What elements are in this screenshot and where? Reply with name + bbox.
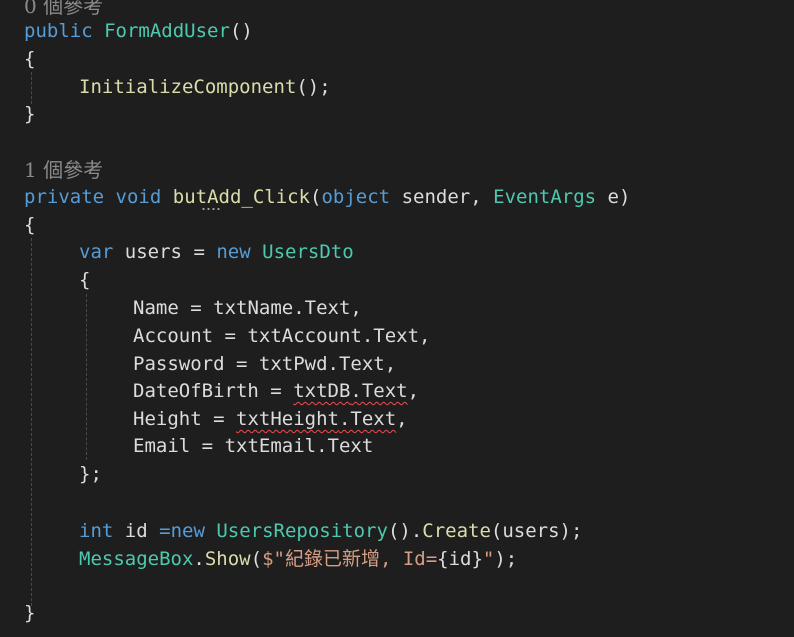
brace: { (79, 269, 91, 291)
keyword-new: =new (159, 520, 205, 542)
code-line[interactable]: { (24, 212, 35, 239)
indent-guide (31, 238, 32, 606)
operator: = (190, 297, 202, 319)
method-call: Show (204, 548, 251, 570)
suggestion-dots (201, 208, 221, 212)
code-line[interactable]: DateOfBirth = txtDB.Text, (133, 378, 419, 405)
variable: txtEmail (224, 435, 317, 457)
method-call: Create (422, 520, 491, 542)
code-line[interactable]: private void butAdd_Click(object sender,… (24, 184, 630, 211)
variable: users (124, 241, 182, 263)
keyword-int: int (79, 520, 114, 542)
member-access: .Text, (293, 297, 362, 319)
type-name: UsersDto (262, 241, 354, 263)
code-line[interactable]: }; (79, 461, 102, 488)
code-line[interactable]: Email = txtEmail.Text (133, 433, 373, 460)
code-line[interactable]: { (24, 46, 35, 73)
member-access: .Text (316, 435, 374, 457)
code-line[interactable]: Password = txtPwd.Text, (133, 351, 396, 378)
reference-count[interactable]: 1 個參考 (24, 157, 103, 184)
punctuation: (users); (490, 520, 583, 542)
code-line[interactable]: Height = txtHeight.Text, (133, 406, 408, 433)
parameter: sender (401, 186, 471, 208)
code-line[interactable]: var users = new UsersDto (79, 239, 354, 266)
property: Height (133, 408, 202, 430)
method-call: InitializeComponent (79, 76, 297, 98)
type-name: UsersRepository (216, 520, 388, 542)
method-name: FormAddUser (104, 20, 230, 42)
punctuation: }; (79, 463, 102, 485)
property: Password (133, 353, 225, 375)
keyword-object: object (321, 186, 391, 208)
punctuation: ) (618, 186, 631, 208)
method-name: butAdd_Click (172, 186, 311, 208)
member-access: .Text, (361, 325, 431, 347)
indent-guide (86, 294, 87, 460)
code-line[interactable]: Account = txtAccount.Text, (133, 323, 430, 350)
member-access: .Text (350, 380, 408, 402)
punctuation: , (396, 408, 408, 430)
punctuation: (). (387, 520, 423, 542)
reference-count[interactable]: 0 個參考 (24, 0, 103, 20)
code-line[interactable]: InitializeComponent(); (79, 74, 331, 101)
operator: = (270, 380, 282, 402)
member-access: .Text, (327, 353, 397, 375)
keyword-new: new (216, 241, 251, 263)
string-literal: $"紀錄已新增, Id= (262, 548, 438, 570)
indent-guide (31, 72, 32, 104)
operator: = (235, 353, 248, 375)
punctuation: () (229, 20, 253, 42)
punctuation: ( (250, 548, 263, 570)
brace: { (24, 48, 36, 70)
punctuation: , (407, 380, 420, 402)
parameter: e (607, 186, 619, 208)
code-editor[interactable]: 0 個參考 public FormAddUser() { InitializeC… (0, 0, 794, 637)
variable-with-error: txtHeight (236, 408, 339, 430)
member-access: .Text (338, 408, 397, 430)
type-name: MessageBox (79, 548, 194, 570)
keyword-public: public (24, 20, 93, 42)
punctuation: ( (310, 186, 322, 208)
brace: { (24, 214, 36, 236)
variable-with-error: txtDB (293, 380, 351, 402)
variable: txtName (213, 297, 294, 319)
code-line[interactable]: MessageBox.Show($"紀錄已新增, Id={id}"); (79, 546, 517, 573)
punctuation: ); (494, 548, 518, 570)
brace: } (24, 103, 36, 125)
operator: = (193, 241, 205, 263)
code-line[interactable]: int id =new UsersRepository().Create(use… (79, 518, 582, 545)
variable: txtAccount (247, 325, 362, 347)
property: Account (133, 325, 214, 347)
string-literal: " (482, 548, 495, 570)
punctuation: . (193, 548, 205, 570)
code-line[interactable]: public FormAddUser() (24, 18, 253, 45)
code-line[interactable]: } (24, 101, 35, 128)
operator: = (213, 408, 225, 430)
property: Email (133, 435, 191, 457)
brace: } (24, 602, 36, 624)
keyword-private: private (24, 186, 105, 208)
variable: txtPwd (258, 353, 328, 375)
variable: id (124, 520, 148, 542)
interpolation: {id} (437, 548, 483, 570)
operator: = (224, 325, 236, 347)
operator: = (201, 435, 214, 457)
keyword-void: void (115, 186, 162, 208)
punctuation: , (470, 186, 482, 208)
property: DateOfBirth (133, 380, 259, 402)
code-line[interactable]: Name = txtName.Text, (133, 295, 362, 322)
code-line[interactable]: { (79, 267, 90, 294)
type-name: EventArgs (493, 186, 597, 208)
code-line[interactable]: } (24, 600, 35, 627)
property: Name (133, 297, 179, 319)
keyword-var: var (79, 241, 114, 263)
punctuation: (); (296, 76, 331, 98)
